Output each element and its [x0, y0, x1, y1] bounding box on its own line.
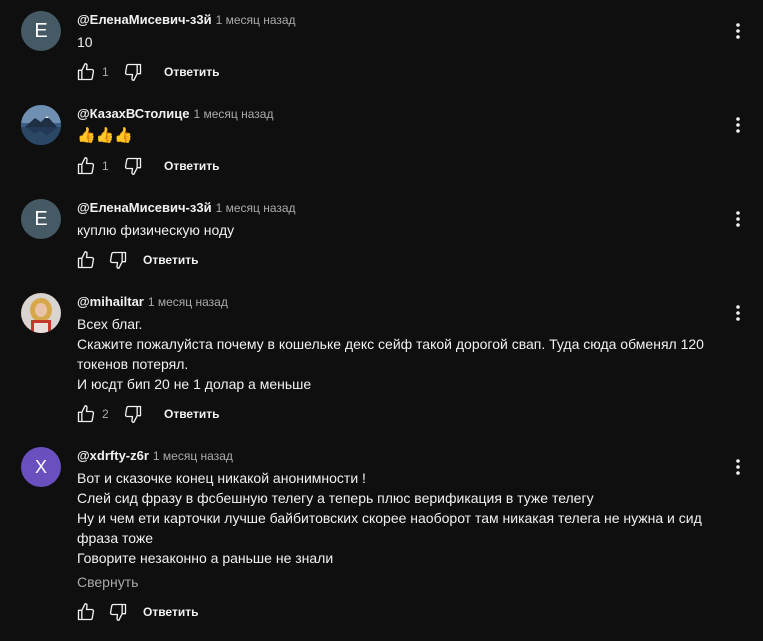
avatar[interactable]	[21, 105, 61, 145]
thumb-up-icon	[77, 251, 95, 269]
mountain-lake-avatar	[21, 105, 61, 145]
comment-text: Всех благ. Скажите пожалуйста почему в к…	[77, 314, 737, 394]
avatar[interactable]	[21, 293, 61, 333]
avatar[interactable]: Е	[21, 11, 61, 51]
thumb-up-icon	[77, 63, 95, 81]
reply-button[interactable]: Ответить	[164, 159, 219, 173]
comment-text: 10	[77, 32, 737, 52]
dislike-button[interactable]	[107, 601, 129, 623]
comment-text-line: Всех благ.	[77, 316, 143, 332]
reply-button[interactable]: Ответить	[143, 253, 198, 267]
comment-text-line: Ну и чем ети карточки лучше байбитовских…	[77, 510, 702, 526]
comment-time[interactable]: 1 месяц назад	[153, 449, 233, 463]
comment-text-line: фраза тоже	[77, 530, 154, 546]
comment-menu-button[interactable]	[727, 302, 749, 324]
more-vert-icon	[736, 305, 740, 321]
reply-button[interactable]: Ответить	[143, 605, 198, 619]
like-count: 2	[102, 407, 109, 421]
more-vert-icon	[736, 23, 740, 39]
comment-author[interactable]: @xdrfty-z6r	[77, 448, 149, 463]
comment-actions: Ответить	[75, 249, 198, 271]
dislike-button[interactable]	[107, 249, 129, 271]
like-button[interactable]	[75, 601, 97, 623]
comment-menu-button[interactable]	[727, 114, 749, 136]
like-button[interactable]	[75, 403, 97, 425]
comment-header: @КазахВСтолице 1 месяц назад	[77, 106, 273, 122]
comment-actions: 1 Ответить	[75, 61, 219, 83]
avatar[interactable]: Е	[21, 199, 61, 239]
comment-header: @mihailtar 1 месяц назад	[77, 294, 228, 310]
thumb-down-icon	[124, 405, 142, 423]
reply-button[interactable]: Ответить	[164, 65, 219, 79]
comment-actions: 1 Ответить	[75, 155, 219, 177]
like-button[interactable]	[75, 155, 97, 177]
comment-text: Вот и сказочке конец никакой анонимности…	[77, 468, 737, 568]
avatar[interactable]: X	[21, 447, 61, 487]
comment-menu-button[interactable]	[727, 20, 749, 42]
dislike-button[interactable]	[122, 403, 144, 425]
comment-text-line: Слей сид фразу в фсбешную телегу а тепер…	[77, 490, 594, 506]
more-vert-icon	[736, 211, 740, 227]
avatar-letter: X	[34, 456, 47, 477]
comment-text-line: токенов потерял.	[77, 356, 189, 372]
like-button[interactable]	[75, 61, 97, 83]
reply-button[interactable]: Ответить	[164, 407, 219, 421]
comment-header: @ЕленаМисевич-з3й 1 месяц назад	[77, 200, 296, 216]
thumb-up-icon	[77, 157, 95, 175]
comment-author[interactable]: @mihailtar	[77, 294, 144, 309]
thumb-up-icon	[77, 603, 95, 621]
comment-text-line: Скажите пожалуйста почему в кошельке дек…	[77, 336, 704, 352]
more-vert-icon	[736, 117, 740, 133]
comment-text-line: И юсдт бип 20 не 1 долар а меньше	[77, 376, 312, 392]
comment-time[interactable]: 1 месяц назад	[193, 107, 273, 121]
comment-time[interactable]: 1 месяц назад	[216, 201, 296, 215]
like-count: 1	[102, 159, 109, 173]
comment-actions: 2 Ответить	[75, 403, 219, 425]
comment-author[interactable]: @ЕленаМисевич-з3й	[77, 200, 212, 215]
thumb-up-icon	[77, 405, 95, 423]
like-count: 1	[102, 65, 109, 79]
comment-author[interactable]: @КазахВСтолице	[77, 106, 189, 121]
comment-text-line: Говорите незаконно а раньше не знали	[77, 550, 334, 566]
comment-text: куплю физическую ноду	[77, 220, 737, 240]
thumb-down-icon	[124, 63, 142, 82]
comment-header: @ЕленаМисевич-з3й 1 месяц назад	[77, 12, 296, 28]
avatar-letter: Е	[34, 207, 48, 230]
dislike-button[interactable]	[122, 61, 144, 83]
like-button[interactable]	[75, 249, 97, 271]
thumb-down-icon	[109, 251, 127, 269]
comment-text-line: 10	[77, 34, 93, 50]
thumb-down-icon	[124, 157, 142, 175]
collapse-link[interactable]: Свернуть	[77, 574, 138, 590]
thumb-down-icon	[109, 603, 127, 621]
comment-text: 👍👍👍	[77, 126, 737, 146]
comment-menu-button[interactable]	[727, 208, 749, 230]
comment-text-line: куплю физическую ноду	[77, 222, 235, 238]
person-photo-avatar	[21, 293, 61, 333]
comment-text-line: 👍👍👍	[77, 127, 134, 144]
comment-time[interactable]: 1 месяц назад	[216, 13, 296, 27]
comment-text-line: Вот и сказочке конец никакой анонимности…	[77, 470, 366, 486]
dislike-button[interactable]	[122, 155, 144, 177]
comment-header: @xdrfty-z6r 1 месяц назад	[77, 448, 233, 464]
more-vert-icon	[736, 459, 740, 475]
comment-menu-button[interactable]	[727, 456, 749, 478]
comment-actions: Ответить	[75, 601, 198, 623]
avatar-letter: Е	[34, 19, 48, 42]
comment-time[interactable]: 1 месяц назад	[148, 295, 228, 309]
comment-author[interactable]: @ЕленаМисевич-з3й	[77, 12, 212, 27]
